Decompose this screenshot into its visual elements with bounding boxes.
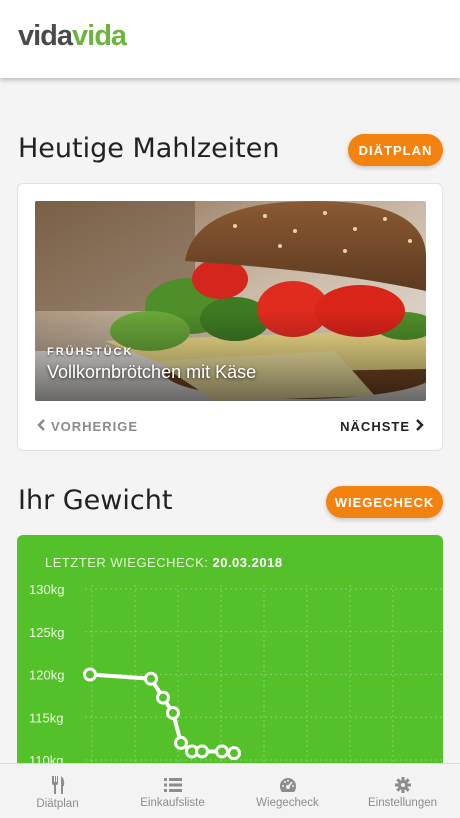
gear-icon: [394, 777, 411, 793]
wiegecheck-button[interactable]: WIEGECHECK: [326, 486, 443, 518]
tab-label: Diätplan: [36, 798, 79, 810]
tab-label: Einstellungen: [367, 797, 438, 809]
next-meal-button[interactable]: NÄCHSTE: [340, 419, 424, 434]
tab-label: Wiegecheck: [256, 797, 319, 809]
tab-diaetplan[interactable]: Diätplan: [0, 764, 115, 818]
weight-section-title: Ihr Gewicht: [18, 485, 173, 516]
y-tick-label: 120kg: [29, 668, 64, 683]
chevron-right-icon: [416, 419, 424, 434]
y-tick-label: 115kg: [29, 710, 63, 725]
previous-meal-button[interactable]: VORHERIGE: [37, 419, 138, 434]
weight-data-point: [195, 744, 209, 759]
tab-label: Einkaufsliste: [140, 797, 205, 809]
next-label: NÄCHSTE: [340, 419, 410, 434]
gauge-icon: [279, 777, 297, 793]
tab-einkaufsliste[interactable]: Einkaufsliste: [115, 764, 230, 818]
weight-data-point: [166, 705, 180, 720]
chevron-left-icon: [37, 419, 45, 434]
meal-card: FRÜHSTÜCK Vollkornbrötchen mit Käse VORH…: [17, 183, 443, 451]
y-tick-label: 125kg: [29, 625, 64, 640]
tab-wiegecheck[interactable]: Wiegecheck: [230, 764, 345, 818]
y-tick-label: 130kg: [29, 582, 64, 597]
weight-series-line: [89, 672, 235, 756]
cutlery-icon: [50, 776, 66, 794]
weight-data-point: [144, 671, 158, 686]
weight-data-point: [227, 746, 241, 761]
app-screen: vidavida Heutige Mahlzeiten DIÄTPLAN FRÜ…: [0, 0, 460, 818]
previous-label: VORHERIGE: [51, 419, 139, 434]
vidavida-logo[interactable]: vidavida: [18, 20, 127, 53]
tab-einstellungen[interactable]: Einstellungen: [345, 764, 460, 818]
logo-part-2: vida: [72, 20, 127, 52]
diaetplan-button[interactable]: DIÄTPLAN: [348, 134, 443, 166]
weight-data-point: [83, 667, 97, 682]
bottom-tab-bar: Diätplan Einkaufsliste Wiegecheck Einste…: [0, 763, 460, 818]
weight-data-point: [215, 744, 229, 759]
meal-name: Vollkornbrötchen mit Käse: [47, 362, 257, 382]
list-icon: [163, 777, 182, 793]
weight-data-point: [174, 735, 188, 750]
logo-part-1: vida: [18, 20, 73, 52]
meal-category: FRÜHSTÜCK: [47, 346, 134, 358]
weight-data-point: [156, 690, 170, 705]
meals-section-title: Heutige Mahlzeiten: [18, 133, 280, 164]
meal-image[interactable]: FRÜHSTÜCK Vollkornbrötchen mit Käse: [35, 201, 426, 401]
top-bar: vidavida: [0, 0, 460, 78]
